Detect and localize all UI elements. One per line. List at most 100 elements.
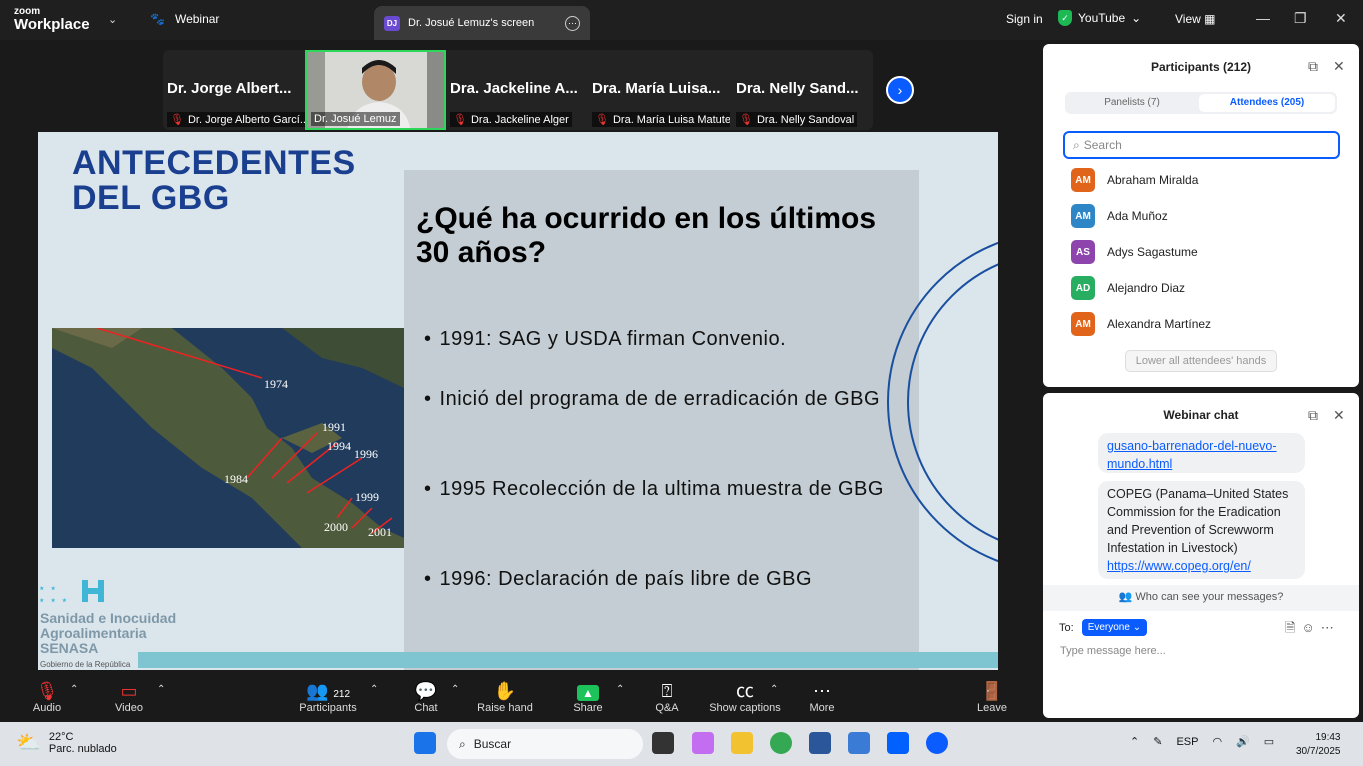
taskbar-search[interactable]: ⌕ Buscar xyxy=(447,729,643,759)
map-year-label: 2000 xyxy=(324,520,348,534)
dropbox-icon[interactable] xyxy=(887,732,909,754)
avatar: AM xyxy=(1071,168,1095,192)
audio-button[interactable]: 🎙 Audio xyxy=(30,680,64,714)
screen-share-tab[interactable]: DJ Dr. Josué Lemuz's screen ⋯ xyxy=(374,6,590,40)
more-icon: ⋯ xyxy=(813,681,831,701)
chevron-right-icon[interactable]: › xyxy=(886,76,914,104)
attendee-row[interactable]: AD Alejandro Diaz xyxy=(1071,276,1185,300)
leave-button[interactable]: 🚪 Leave xyxy=(974,680,1010,714)
bullet-text: 1995 Recolección de la ultima muestra de… xyxy=(439,478,884,500)
chevron-up-icon[interactable]: ⌃ xyxy=(451,684,459,695)
chevron-up-icon[interactable]: ⌃ xyxy=(370,684,378,695)
windows-start-icon[interactable] xyxy=(414,732,436,754)
video-tile[interactable]: Dr. Jorge Albert... 🎙 Dr. Jorge Alberto G… xyxy=(163,50,306,130)
participant-tabs: Panelists (7) Attendees (205) xyxy=(1065,92,1337,114)
close-icon[interactable]: ✕ xyxy=(1333,407,1345,424)
avatar: AD xyxy=(1071,276,1095,300)
chat-message-input[interactable]: Type message here... xyxy=(1060,645,1166,657)
recipient-value: Everyone xyxy=(1087,622,1130,633)
attendee-name: Abraham Miralda xyxy=(1107,173,1199,187)
chevron-up-icon[interactable]: ⌃ xyxy=(1130,735,1139,748)
video-button[interactable]: ▭ Video xyxy=(112,680,146,714)
search-icon: ⌕ xyxy=(1073,137,1080,152)
copilot-icon[interactable] xyxy=(692,732,714,754)
share-button[interactable]: ▲ Share xyxy=(568,680,608,714)
attendee-row[interactable]: AM Alexandra Martínez xyxy=(1071,312,1211,336)
chevron-up-icon[interactable]: ⌃ xyxy=(157,684,165,695)
search-input[interactable]: ⌕ Search xyxy=(1063,131,1340,159)
attendee-name: Alejandro Diaz xyxy=(1107,281,1186,295)
weather-widget[interactable]: ⛅ 22°C Parc. nublado xyxy=(16,730,117,755)
chevron-up-icon[interactable]: ⌃ xyxy=(70,684,78,695)
logo-line: SENASA xyxy=(40,640,99,656)
map-year-label: 1991 xyxy=(322,420,346,434)
close-icon[interactable]: ✕ xyxy=(1333,58,1345,75)
tab-panelists[interactable]: Panelists (7) xyxy=(1065,92,1199,114)
view-label: View xyxy=(1175,12,1201,26)
wifi-icon[interactable]: ◠ xyxy=(1212,735,1222,748)
who-can-see-label: Who can see your messages? xyxy=(1135,591,1284,603)
pen-icon[interactable]: ✎ xyxy=(1153,735,1162,748)
emoji-icon[interactable]: ☺ xyxy=(1301,620,1320,635)
task-view-icon[interactable] xyxy=(652,732,674,754)
attendee-row[interactable]: AM Abraham Miralda xyxy=(1071,168,1198,192)
system-tray: ⌃ ✎ ESP ◠ 🔊 ▭ xyxy=(1130,735,1274,749)
youtube-stream-button[interactable]: ✓ YouTube ⌄ xyxy=(1058,10,1141,26)
qa-button[interactable]: ⍰ Q&A xyxy=(650,680,684,714)
more-button[interactable]: ⋯ More xyxy=(805,680,839,714)
raise-hand-button[interactable]: ✋ Raise hand xyxy=(476,680,534,714)
avatar: AS xyxy=(1071,240,1095,264)
chat-link[interactable]: gusano-barrenador-del-nuevo-mundo.html xyxy=(1107,439,1277,471)
popout-icon[interactable]: ⧉ xyxy=(1308,407,1318,424)
file-explorer-icon[interactable] xyxy=(731,732,753,754)
photos-icon[interactable] xyxy=(848,732,870,754)
lower-hands-button[interactable]: Lower all attendees' hands xyxy=(1125,350,1277,372)
attendee-row[interactable]: AM Ada Muñoz xyxy=(1071,204,1168,228)
tab-attendees[interactable]: Attendees (205) xyxy=(1199,94,1335,112)
language-indicator[interactable]: ESP xyxy=(1176,736,1198,748)
to-label: To: xyxy=(1059,621,1074,634)
chat-link[interactable]: https://www.copeg.org/en/ xyxy=(1107,559,1251,573)
clock[interactable]: 19:43 30/7/2025 xyxy=(1296,731,1341,759)
recipient-select[interactable]: Everyone ⌄ xyxy=(1081,619,1148,636)
chevron-up-icon[interactable]: ⌃ xyxy=(616,684,624,695)
popout-icon[interactable]: ⧉ xyxy=(1308,58,1318,75)
chat-message: COPEG (Panama–United States Commission f… xyxy=(1098,481,1305,579)
chrome-icon[interactable] xyxy=(770,732,792,754)
file-icon[interactable]: 🗎 xyxy=(1285,620,1301,635)
webinar-button[interactable]: 🐾 Webinar xyxy=(150,12,219,26)
map-graphic: 1974 1991 1994 1996 1984 1999 2000 2001 xyxy=(52,328,404,548)
tile-caption-text: Dra. Nelly Sandoval xyxy=(756,114,855,126)
video-tile[interactable]: Dra. Jackeline A... 🎙 Dra. Jackeline Alge… xyxy=(446,50,589,130)
zoom-icon[interactable] xyxy=(926,732,948,754)
close-icon[interactable]: ✕ xyxy=(1335,10,1347,27)
map-year-label: 1984 xyxy=(224,472,248,486)
minimize-icon[interactable]: — xyxy=(1256,10,1270,26)
word-icon[interactable] xyxy=(809,732,831,754)
video-tile[interactable]: Dra. María Luisa... 🎙 Dra. María Luisa Ma… xyxy=(588,50,731,130)
attendee-row[interactable]: AS Adys Sagastume xyxy=(1071,240,1198,264)
slide-bullet: • 1996: Declaración de país libre de GBG xyxy=(424,564,894,594)
participants-button[interactable]: 👥 212 Participants xyxy=(296,680,360,714)
volume-icon[interactable]: 🔊 xyxy=(1236,735,1250,748)
video-tile[interactable]: Dra. Nelly Sand... 🎙 Dra. Nelly Sandoval xyxy=(732,50,875,130)
chat-button[interactable]: 💬 Chat xyxy=(410,680,442,714)
attendee-name: Ada Muñoz xyxy=(1107,209,1168,223)
active-speaker-video[interactable]: Dr. Josué Lemuz xyxy=(305,50,446,130)
chevron-up-icon[interactable]: ⌃ xyxy=(770,684,778,695)
mic-muted-icon: 🎙 xyxy=(453,114,467,126)
leave-icon: 🚪 xyxy=(980,681,1004,701)
video-label: Video xyxy=(115,702,143,714)
slide-bullet: • 1991: SAG y USDA firman Convenio. xyxy=(424,324,894,354)
restore-icon[interactable]: ❐ xyxy=(1294,10,1307,27)
zoom-logo[interactable]: zoom Workplace xyxy=(14,7,90,33)
weather-desc: Parc. nublado xyxy=(48,742,117,755)
battery-icon[interactable]: ▭ xyxy=(1264,735,1274,748)
view-button[interactable]: View ▦ xyxy=(1175,12,1215,26)
more-icon[interactable]: ⋯ xyxy=(565,15,580,31)
slide-footer-band xyxy=(138,652,998,668)
who-can-see-link[interactable]: 👥 Who can see your messages? xyxy=(1043,585,1359,611)
more-icon[interactable]: ⋯ xyxy=(1321,620,1340,635)
sign-in-link[interactable]: Sign in xyxy=(1006,12,1043,26)
chevron-down-icon[interactable]: ⌄ xyxy=(108,13,117,26)
